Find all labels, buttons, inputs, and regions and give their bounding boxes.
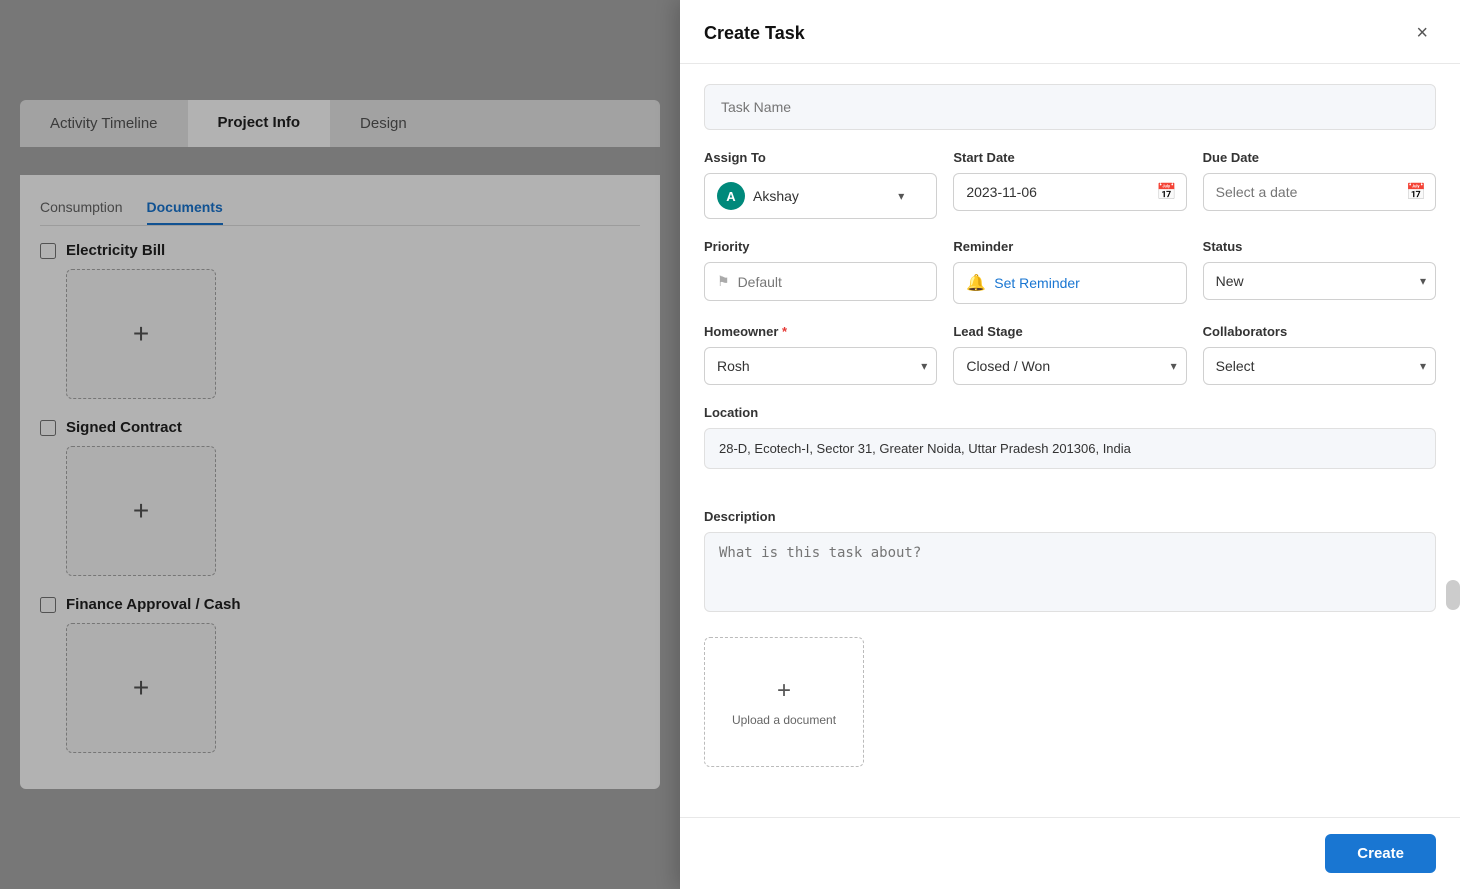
location-group: Location	[704, 405, 1436, 489]
flag-icon: ⚑	[717, 273, 730, 290]
lead-stage-select-wrapper: New In Progress Closed / Won Lost ▾	[953, 347, 1186, 385]
collaborators-label: Collaborators	[1203, 324, 1436, 339]
status-group: Status New In Progress Completed Closed …	[1203, 239, 1436, 304]
homeowner-select[interactable]: Rosh	[704, 347, 937, 385]
homeowner-label: Homeowner *	[704, 324, 937, 339]
priority-value: Default	[738, 274, 782, 290]
collaborators-select[interactable]: Select	[1203, 347, 1436, 385]
priority-group: Priority ⚑ Default	[704, 239, 937, 304]
location-label: Location	[704, 405, 1436, 420]
lead-stage-group: Lead Stage New In Progress Closed / Won …	[953, 324, 1186, 385]
form-row-2: Priority ⚑ Default Reminder 🔔 Set Remind…	[704, 239, 1436, 304]
reminder-value: Set Reminder	[994, 275, 1080, 291]
modal-footer: Create	[680, 817, 1460, 889]
upload-doc-text: Upload a document	[732, 713, 836, 727]
due-date-label: Due Date	[1203, 150, 1436, 165]
due-date-group: Due Date 📅	[1203, 150, 1436, 219]
homeowner-select-wrapper: Rosh ▾	[704, 347, 937, 385]
collaborators-group: Collaborators Select ▾	[1203, 324, 1436, 385]
create-button[interactable]: Create	[1325, 834, 1436, 873]
avatar: A	[717, 182, 745, 210]
description-group: Description	[704, 509, 1436, 637]
reminder-button[interactable]: 🔔 Set Reminder	[953, 262, 1186, 304]
due-date-wrapper: 📅	[1203, 173, 1436, 211]
start-date-input[interactable]	[953, 173, 1186, 211]
collaborators-select-wrapper: Select ▾	[1203, 347, 1436, 385]
status-select-wrapper: New In Progress Completed Closed ▾	[1203, 262, 1436, 300]
modal-title: Create Task	[704, 23, 805, 44]
description-label: Description	[704, 509, 1436, 524]
start-date-label: Start Date	[953, 150, 1186, 165]
modal-body: Assign To A Akshay ▾ Start Date 📅 Due Da…	[680, 64, 1460, 817]
create-task-modal: Create Task × Assign To A Akshay ▾ Start…	[680, 0, 1460, 889]
status-label: Status	[1203, 239, 1436, 254]
upload-plus-icon: +	[777, 677, 791, 705]
assign-to-select[interactable]: A Akshay ▾	[704, 173, 937, 219]
modal-header: Create Task ×	[680, 0, 1460, 64]
lead-stage-label: Lead Stage	[953, 324, 1186, 339]
reminder-icon: 🔔	[966, 273, 986, 293]
modal-close-button[interactable]: ×	[1408, 18, 1436, 49]
reminder-group: Reminder 🔔 Set Reminder	[953, 239, 1186, 304]
task-name-input[interactable]	[704, 84, 1436, 130]
description-textarea[interactable]	[704, 532, 1436, 612]
required-indicator: *	[778, 324, 787, 339]
assign-to-value: Akshay	[753, 188, 799, 204]
priority-label: Priority	[704, 239, 937, 254]
reminder-label: Reminder	[953, 239, 1186, 254]
due-date-input[interactable]	[1203, 173, 1436, 211]
assign-to-label: Assign To	[704, 150, 937, 165]
upload-doc-box[interactable]: + Upload a document	[704, 637, 864, 767]
form-row-3: Homeowner * Rosh ▾ Lead Stage New In Pro…	[704, 324, 1436, 385]
assign-to-group: Assign To A Akshay ▾	[704, 150, 937, 219]
homeowner-group: Homeowner * Rosh ▾	[704, 324, 937, 385]
priority-select[interactable]: ⚑ Default	[704, 262, 937, 301]
location-input[interactable]	[704, 428, 1436, 469]
start-date-group: Start Date 📅	[953, 150, 1186, 219]
status-select[interactable]: New In Progress Completed Closed	[1203, 262, 1436, 300]
form-row-1: Assign To A Akshay ▾ Start Date 📅 Due Da…	[704, 150, 1436, 219]
scrollbar-handle[interactable]	[1446, 580, 1460, 610]
assign-chevron-icon: ▾	[898, 189, 904, 203]
modal-overlay	[0, 0, 680, 889]
start-date-wrapper: 📅	[953, 173, 1186, 211]
lead-stage-select[interactable]: New In Progress Closed / Won Lost	[953, 347, 1186, 385]
